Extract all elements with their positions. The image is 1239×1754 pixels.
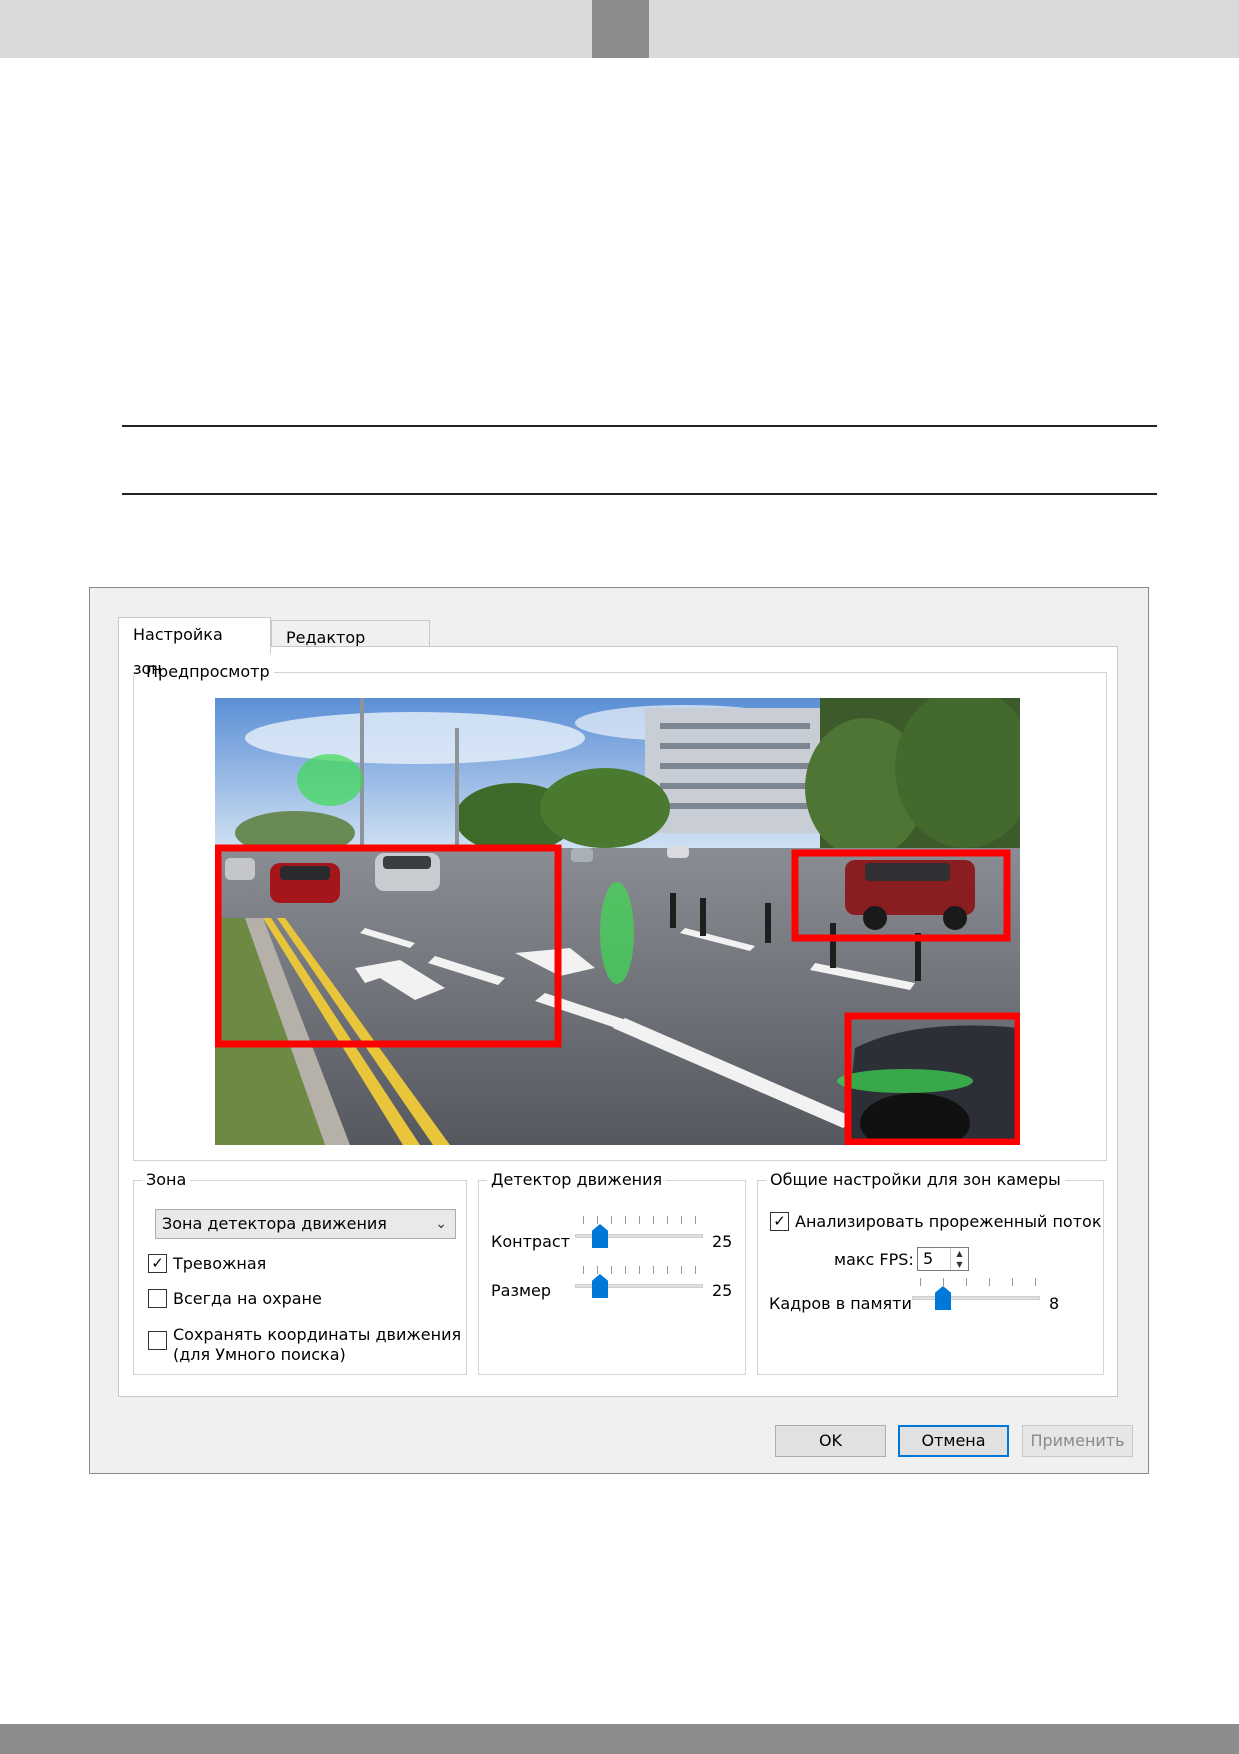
- chevron-down-icon: ⌄: [435, 1216, 447, 1232]
- size-value: 25: [712, 1281, 733, 1300]
- zone-type-select-value: Зона детектора движения: [162, 1214, 387, 1233]
- analyze-stream-checkbox-label: Анализировать прореженный поток: [795, 1212, 1102, 1231]
- save-coords-label-line1: Сохранять координаты движения: [173, 1325, 462, 1344]
- frames-in-memory-value: 8: [1049, 1294, 1060, 1313]
- frames-slider-ticks: [912, 1278, 1040, 1286]
- save-coords-checkbox-label: Сохранять координаты движения (для Умног…: [173, 1325, 461, 1365]
- header-bar-marker: [592, 0, 649, 58]
- contrast-slider-thumb[interactable]: [592, 1224, 608, 1248]
- alarm-check-box[interactable]: ✓: [148, 1254, 167, 1273]
- always-armed-checkbox[interactable]: Всегда на охране: [148, 1289, 322, 1309]
- contrast-slider-ticks: [575, 1216, 703, 1224]
- header-bar-left: [0, 0, 592, 58]
- max-fps-label: макс FPS:: [834, 1250, 914, 1269]
- header-bar-right: [649, 0, 1239, 58]
- cancel-button[interactable]: Отмена: [898, 1425, 1009, 1457]
- contrast-value: 25: [712, 1232, 733, 1251]
- frames-in-memory-slider[interactable]: [912, 1278, 1040, 1310]
- frames-slider-thumb[interactable]: [935, 1286, 951, 1310]
- camera-preview[interactable]: [215, 698, 1020, 1145]
- size-slider-ticks: [575, 1266, 703, 1274]
- bottom-rule: [122, 493, 1157, 495]
- camera-preview-image: [215, 698, 1020, 1145]
- ok-button[interactable]: OK: [775, 1425, 886, 1457]
- motion-detector-group-title: Детектор движения: [487, 1170, 667, 1190]
- size-label: Размер: [491, 1281, 552, 1300]
- zone-group-title: Зона: [142, 1170, 191, 1190]
- max-fps-value: 5: [923, 1249, 934, 1268]
- alarm-checkbox[interactable]: ✓ Тревожная: [148, 1254, 266, 1274]
- contrast-label: Контраст: [491, 1232, 571, 1251]
- contrast-slider[interactable]: [575, 1216, 703, 1248]
- zone-settings-dialog: Настройка зон Редактор маски Предпросмот…: [89, 587, 1149, 1474]
- spin-down-icon[interactable]: ▼: [951, 1259, 968, 1270]
- common-settings-group-title: Общие настройки для зон камеры: [766, 1170, 1065, 1190]
- always-armed-checkbox-label: Всегда на охране: [173, 1289, 322, 1308]
- apply-button[interactable]: Применить: [1022, 1425, 1133, 1457]
- save-coords-checkbox[interactable]: Сохранять координаты движения (для Умног…: [148, 1325, 461, 1365]
- frames-in-memory-label: Кадров в памяти: [769, 1294, 912, 1313]
- spin-up-icon[interactable]: ▲: [951, 1248, 968, 1259]
- max-fps-arrows: ▲ ▼: [950, 1248, 968, 1270]
- max-fps-spinner[interactable]: 5 ▲ ▼: [917, 1247, 969, 1271]
- always-armed-check-box[interactable]: [148, 1289, 167, 1308]
- save-coords-label-line2: (для Умного поиска): [173, 1345, 346, 1364]
- save-coords-check-box[interactable]: [148, 1331, 167, 1350]
- size-slider[interactable]: [575, 1266, 703, 1298]
- frames-slider-track: [912, 1296, 1040, 1300]
- top-rule: [122, 425, 1157, 427]
- alarm-checkbox-label: Тревожная: [173, 1254, 267, 1273]
- size-slider-thumb[interactable]: [592, 1274, 608, 1298]
- zone-type-select[interactable]: Зона детектора движения ⌄: [155, 1209, 456, 1239]
- tab-zone-settings[interactable]: Настройка зон: [118, 617, 271, 678]
- analyze-stream-check-box[interactable]: ✓: [770, 1212, 789, 1231]
- analyze-stream-checkbox[interactable]: ✓ Анализировать прореженный поток: [770, 1212, 1101, 1232]
- footer-bar: [0, 1724, 1239, 1754]
